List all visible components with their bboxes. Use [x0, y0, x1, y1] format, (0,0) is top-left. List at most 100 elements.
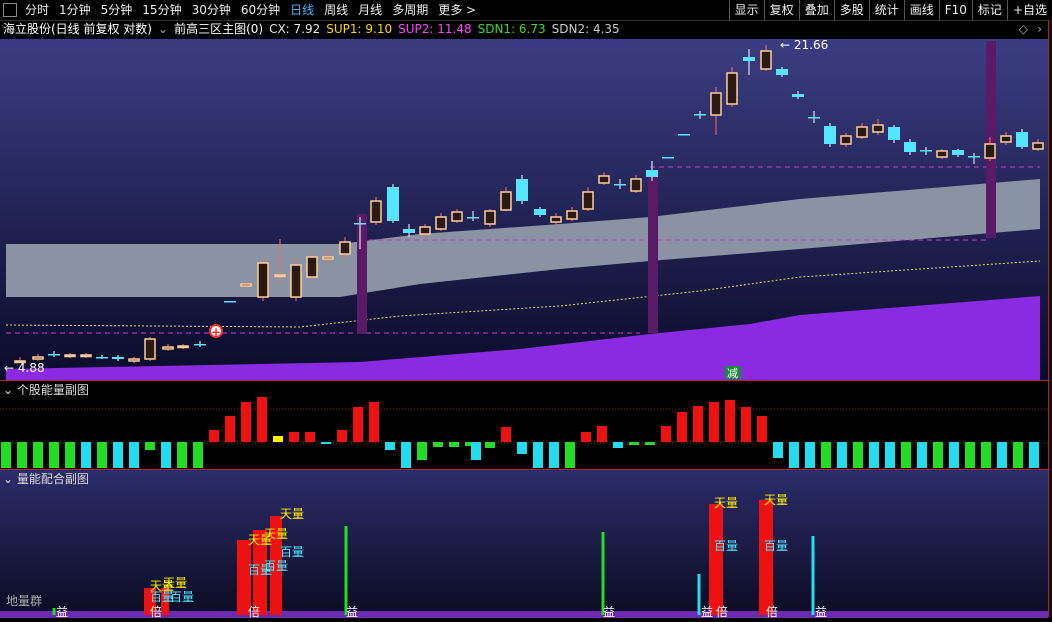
candle-body — [257, 262, 269, 298]
candle-body — [840, 135, 852, 145]
candle-body — [224, 301, 236, 303]
candle-body — [80, 354, 92, 358]
energy-bar — [385, 442, 395, 450]
dropdown-icon[interactable]: ⌄ — [158, 20, 168, 39]
diamond-icon[interactable]: ◇ — [1019, 20, 1028, 39]
period-tab[interactable]: 1分钟 — [54, 0, 96, 20]
candle-body — [322, 256, 334, 260]
toolbar-button[interactable]: 复权 — [763, 0, 799, 20]
energy-bar — [1, 442, 11, 468]
period-tab[interactable]: 周线 — [319, 0, 353, 20]
energy-bar — [565, 442, 575, 468]
energy-bar — [305, 432, 315, 442]
stock-title: 海立股份(日线 前复权 对数) — [3, 22, 152, 36]
period-tab[interactable]: 5分钟 — [96, 0, 138, 20]
signal-bar — [357, 214, 367, 334]
scroll-right-icon[interactable]: › — [1037, 20, 1042, 39]
volume-subchart-pane[interactable]: 天量 天量 百量 百量 天量 天量 天量 百量 百量 百量 天量 百量 天量 百量倍倍倍倍益益益益益 ⌄ … — [0, 469, 1048, 619]
energy-bar — [161, 442, 171, 468]
main-chart-pane[interactable]: ← 21.66 ← 4.88 + 减 — [0, 38, 1048, 380]
candle-body — [662, 157, 674, 159]
candle-body — [984, 143, 996, 159]
period-tab[interactable]: 月线 — [353, 0, 387, 20]
energy-bar — [757, 416, 767, 442]
volume-bars[interactable]: 天量天量百量百量天量天量天量百量百量百量天量百量天量百量倍倍倍倍益益益益益 — [0, 470, 1048, 619]
volume-tag: 益 — [346, 605, 358, 618]
energy-bar — [789, 442, 799, 468]
menu-icon[interactable] — [3, 3, 17, 17]
period-tab[interactable]: 30分钟 — [187, 0, 236, 20]
volume-tag: 天量 — [264, 527, 288, 541]
toolbar-button[interactable]: 标记 — [971, 0, 1007, 20]
candle-body — [274, 274, 286, 278]
toolbar-button[interactable]: 显示 — [728, 0, 764, 20]
volume-tag: 倍 — [248, 604, 260, 618]
right-toolbar: 显示 复权 叠加 多股 统计 画线 F10 标记 +自选 — [728, 0, 1052, 20]
collapse-icon[interactable]: ⌄ — [3, 383, 13, 397]
energy-bar — [549, 442, 559, 468]
energy-bars[interactable] — [0, 381, 1048, 470]
candle-body — [710, 92, 722, 116]
volume-bar — [237, 540, 251, 615]
low-price-label: ← 4.88 — [4, 361, 45, 375]
candle-body — [64, 354, 76, 358]
toolbar-button[interactable]: +自选 — [1006, 0, 1052, 20]
energy-bar — [981, 442, 991, 468]
energy-bar — [113, 442, 123, 468]
toolbar-button[interactable]: F10 — [938, 0, 972, 20]
volume-tag: 天量 — [163, 576, 187, 590]
energy-bar — [517, 442, 527, 454]
toolbar-button[interactable]: 统计 — [868, 0, 904, 20]
candle-body — [419, 226, 431, 235]
energy-bar — [597, 426, 607, 442]
candle-body — [952, 150, 964, 155]
energy-bar — [917, 442, 927, 468]
candlestick-chart[interactable]: ← 21.66 ← 4.88 + 减 — [0, 38, 1048, 380]
energy-bar — [661, 426, 671, 442]
volume-tag: 益 — [701, 605, 713, 618]
energy-bar — [97, 442, 107, 468]
toolbar-button[interactable]: 叠加 — [798, 0, 834, 20]
energy-bar — [449, 442, 459, 447]
signal-bar — [648, 175, 658, 333]
candle-body — [112, 357, 124, 359]
volume-tag: 倍 — [716, 604, 728, 618]
collapse-icon[interactable]: ⌄ — [3, 472, 13, 486]
volume-tag: 益 — [815, 605, 827, 618]
period-tab[interactable]: 15分钟 — [137, 0, 186, 20]
period-tab[interactable]: 更多 > — [433, 0, 481, 20]
period-tab[interactable]: 分时 — [20, 0, 54, 20]
energy-bar — [321, 442, 331, 444]
energy-bar — [821, 442, 831, 468]
candle-body — [240, 283, 252, 287]
toolbar-button[interactable]: 画线 — [903, 0, 939, 20]
energy-subchart-pane[interactable]: ⌄ 个股能量副图 — [0, 380, 1048, 470]
volume-tag: 益 — [603, 605, 615, 618]
volume-bar — [344, 526, 348, 615]
period-tab[interactable]: 多周期 — [387, 0, 433, 20]
indicator-title[interactable]: 前高三区主图(0) — [174, 20, 263, 39]
sub1-title: 个股能量副图 — [16, 383, 89, 397]
candle-body — [96, 357, 108, 359]
energy-bar — [433, 442, 443, 447]
energy-bar — [581, 432, 591, 442]
candle-body — [48, 354, 60, 356]
energy-bar — [869, 442, 879, 468]
chart-title-bar: 海立股份(日线 前复权 对数) ⌄ 前高三区主图(0) CX: 7.92 SUP… — [0, 20, 1052, 39]
candle-body — [743, 57, 755, 61]
period-tab[interactable]: 日线 — [285, 0, 319, 20]
period-tab[interactable]: 60分钟 — [236, 0, 285, 20]
candle-body — [598, 175, 610, 184]
energy-bar — [17, 442, 27, 468]
energy-bar — [33, 442, 43, 468]
toolbar-button[interactable]: 多股 — [833, 0, 869, 20]
period-toolbar: 分时 1分钟 5分钟 15分钟 30分钟 60分钟 日线 周线 月线 多周期 更多 > 显示 复权 叠加… — [0, 0, 1052, 21]
volume-bar — [811, 536, 815, 615]
volume-tag: 倍 — [766, 604, 778, 618]
energy-bar — [81, 442, 91, 468]
right-scroll-edge[interactable] — [1048, 20, 1052, 617]
volume-bar — [709, 504, 723, 615]
candle-body — [177, 345, 189, 349]
candle-body — [1016, 132, 1028, 147]
candle-body — [370, 200, 382, 223]
